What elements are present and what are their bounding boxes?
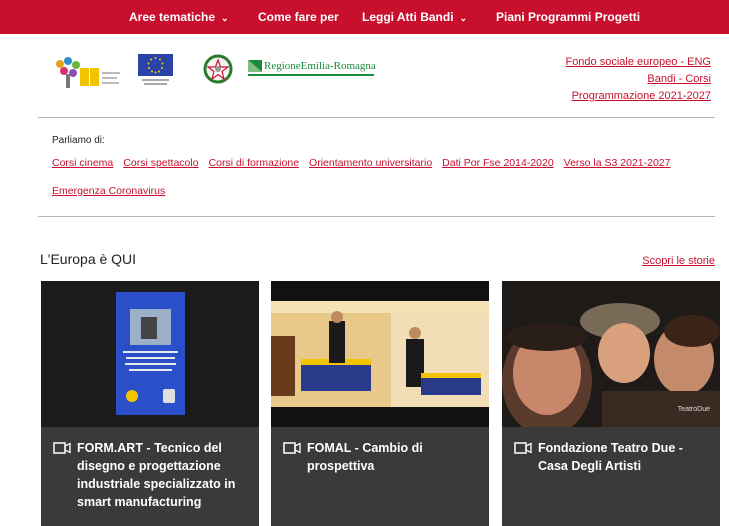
divider xyxy=(38,216,715,217)
regione-emilia-romagna-logo[interactable]: RegioneEmilia-Romagna xyxy=(248,58,376,76)
link-bandi-corsi[interactable]: Bandi - Corsi xyxy=(565,71,711,88)
card-title-text: FOMAL - Cambio di prospettiva xyxy=(307,441,423,473)
video-camera-icon xyxy=(283,442,301,454)
parliamo-di-label: Parliamo di: xyxy=(52,135,105,146)
top-navigation-bar: Aree tematiche ⌄ Come fare per Leggi Atti… xyxy=(0,0,729,34)
chevron-down-icon: ⌄ xyxy=(221,13,229,23)
topic-verso-la-s3[interactable]: Verso la S3 2021-2027 xyxy=(564,156,671,181)
italian-republic-emblem-logo xyxy=(203,54,233,84)
scopri-le-storie-link[interactable]: Scopri le storie xyxy=(642,255,715,267)
card-body: Fondazione Teatro Due - Casa Degli Artis… xyxy=(514,439,710,475)
nav-come-fare-per-label: Come fare per xyxy=(258,10,339,24)
card-title[interactable]: Fondazione Teatro Due - Casa Degli Artis… xyxy=(514,439,710,475)
nav-piani-programmi-progetti-label: Piani Programmi Progetti xyxy=(496,10,641,24)
topic-corsi-spettacolo[interactable]: Corsi spettacolo xyxy=(123,156,198,181)
regione-flag-icon xyxy=(248,60,262,72)
nav-leggi-atti-bandi-label: Leggi Atti Bandi xyxy=(362,10,454,24)
story-card-fomal[interactable]: FOMAL - Cambio di prospettiva xyxy=(271,281,489,526)
video-camera-icon xyxy=(514,442,532,454)
card-image xyxy=(271,281,489,427)
er-fondo-sociale-logo[interactable] xyxy=(46,54,122,90)
link-fondo-sociale-europeo-eng[interactable]: Fondo sociale europeo - ENG xyxy=(565,54,711,71)
topic-links: Corsi cinema Corsi spettacolo Corsi di for… xyxy=(52,153,692,209)
section-title: L'Europa è QUI xyxy=(40,251,137,267)
story-card-teatro-due[interactable]: TeatroDue Fondazione Teatro Due - Casa D… xyxy=(502,281,720,526)
video-camera-icon xyxy=(53,442,71,454)
nav-piani-programmi-progetti[interactable]: Piani Programmi Progetti xyxy=(496,0,640,34)
card-title-text: Fondazione Teatro Due - Casa Degli Artis… xyxy=(538,441,683,473)
nav-come-fare-per[interactable]: Come fare per xyxy=(258,0,339,34)
card-title[interactable]: FORM.ART - Tecnico del disegno e progett… xyxy=(53,439,249,511)
nav-leggi-atti-bandi[interactable]: Leggi Atti Bandi ⌄ xyxy=(362,0,467,34)
eu-flag-logo xyxy=(138,54,173,85)
card-thumbnail[interactable]: TeatroDue xyxy=(502,281,720,427)
nav-aree-tematiche[interactable]: Aree tematiche ⌄ xyxy=(129,0,229,34)
topic-corsi-cinema[interactable]: Corsi cinema xyxy=(52,156,113,181)
story-card-formart[interactable]: FORM.ART - Tecnico del disegno e progett… xyxy=(41,281,259,526)
header-links: Fondo sociale europeo - ENG Bandi - Cors… xyxy=(565,54,711,105)
card-thumbnail[interactable] xyxy=(271,281,489,427)
divider xyxy=(38,117,715,118)
card-title[interactable]: FOMAL - Cambio di prospettiva xyxy=(283,439,479,475)
chevron-down-icon: ⌄ xyxy=(459,13,468,23)
topic-orientamento-universitario[interactable]: Orientamento universitario xyxy=(309,156,432,181)
card-body: FORM.ART - Tecnico del disegno e progett… xyxy=(53,439,249,511)
regione-underline xyxy=(248,74,374,76)
card-thumbnail[interactable] xyxy=(41,281,259,427)
link-programmazione-2021-2027[interactable]: Programmazione 2021-2027 xyxy=(565,88,711,105)
teatro-due-watermark: TeatroDue xyxy=(677,406,710,413)
regione-emilia-romagna-text: RegioneEmilia-Romagna xyxy=(264,60,376,72)
card-image xyxy=(41,281,259,427)
topic-dati-por-fse[interactable]: Dati Por Fse 2014-2020 xyxy=(442,156,553,181)
nav-aree-tematiche-label: Aree tematiche xyxy=(129,10,216,24)
topic-corsi-di-formazione[interactable]: Corsi di formazione xyxy=(209,156,299,181)
card-body: FOMAL - Cambio di prospettiva xyxy=(283,439,479,475)
topic-emergenza-coronavirus[interactable]: Emergenza Coronavirus xyxy=(52,184,165,209)
card-title-text: FORM.ART - Tecnico del disegno e progett… xyxy=(77,441,236,509)
